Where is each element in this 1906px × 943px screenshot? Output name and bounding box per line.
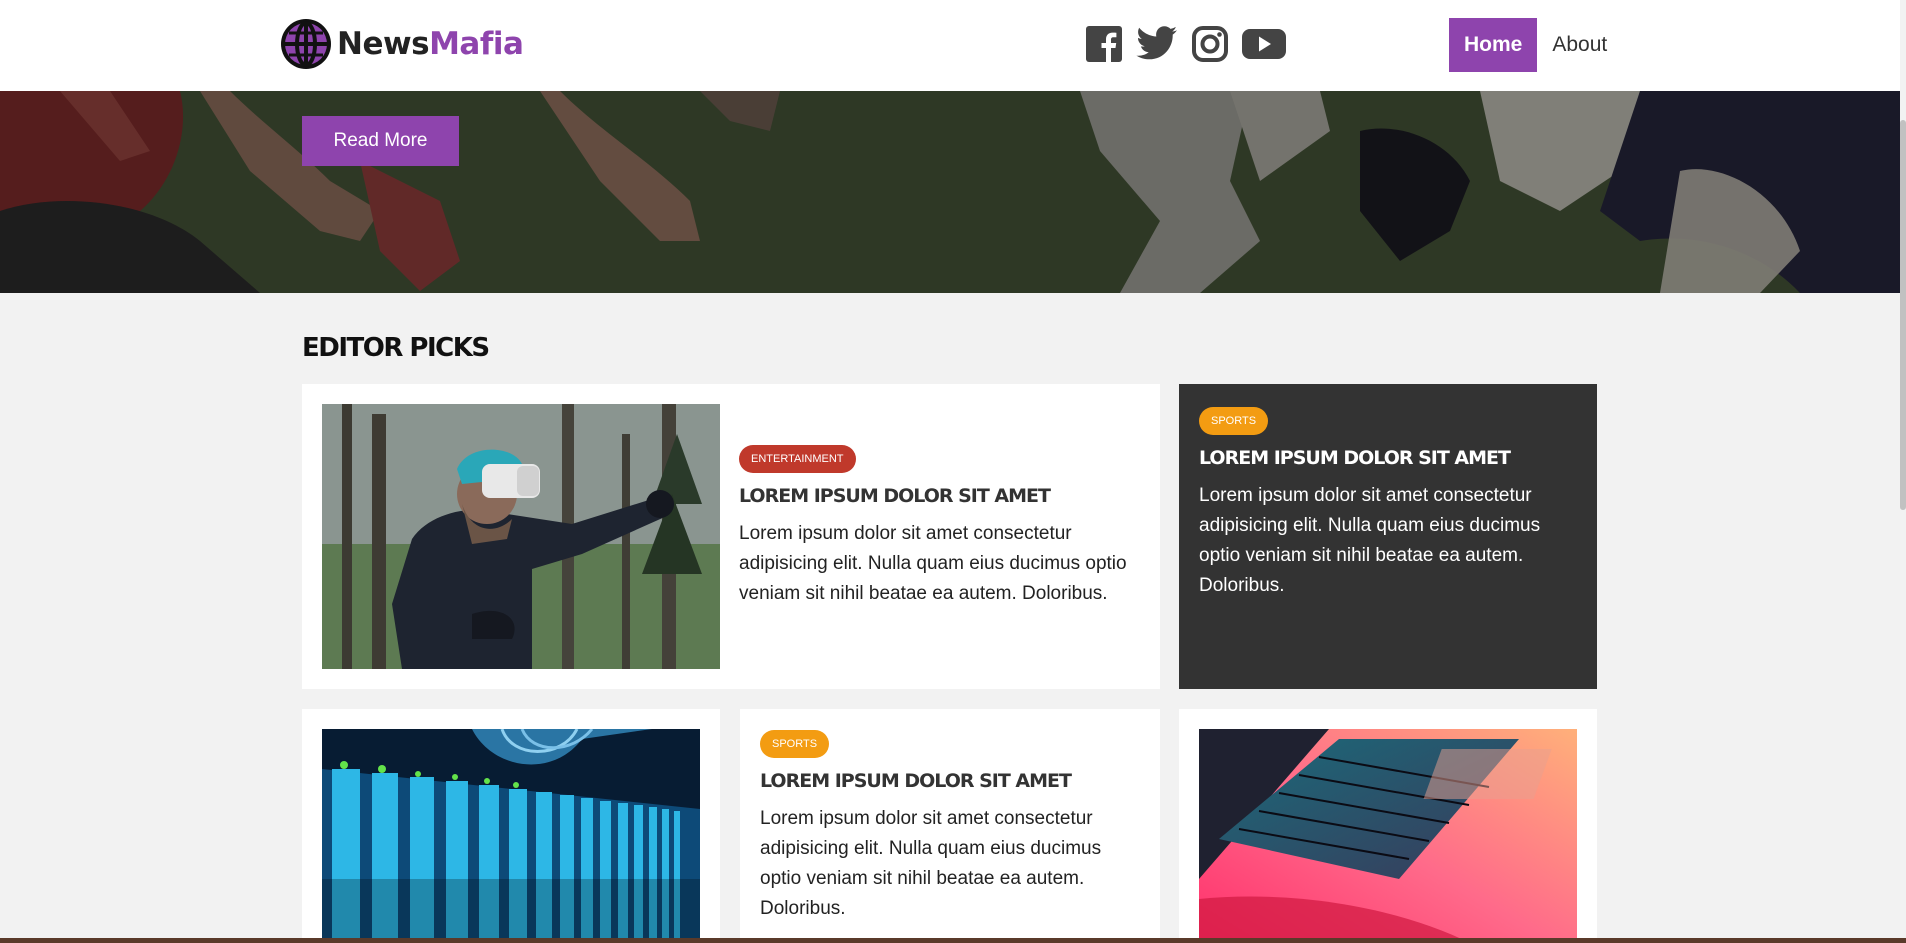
main-nav: Home About: [1449, 18, 1622, 72]
article-image-laptop: [1199, 729, 1577, 943]
article-excerpt: Lorem ipsum dolor sit amet consectetur a…: [760, 808, 1102, 919]
logo-text-part1: News: [337, 26, 430, 62]
section-title: EDITOR PICKS: [302, 333, 490, 363]
logo[interactable]: NewsMafia: [280, 18, 524, 70]
nav-home-link[interactable]: Home: [1449, 18, 1538, 72]
featured-article-content: ENTERTAINMENT LOREM IPSUM DOLOR SIT AMET…: [739, 445, 1144, 609]
dark-article-content: SPORTS LOREM IPSUM DOLOR SIT AMET Lorem …: [1199, 407, 1579, 601]
middle-article-content: SPORTS LOREM IPSUM DOLOR SIT AMET Lorem …: [760, 730, 1140, 924]
featured-article-card[interactable]: ENTERTAINMENT LOREM IPSUM DOLOR SIT AMET…: [302, 384, 1160, 689]
instagram-icon[interactable]: [1192, 26, 1228, 62]
category-badge[interactable]: SPORTS: [760, 730, 830, 758]
scrollbar[interactable]: [1900, 0, 1906, 943]
server-image-card[interactable]: [302, 709, 720, 943]
globe-icon: [281, 19, 331, 69]
twitter-icon[interactable]: [1136, 26, 1178, 62]
dark-article-card[interactable]: SPORTS LOREM IPSUM DOLOR SIT AMET Lorem …: [1179, 384, 1597, 689]
scrollbar-thumb[interactable]: [1900, 120, 1906, 510]
article-excerpt: Lorem ipsum dolor sit amet consectetur a…: [739, 523, 1127, 604]
youtube-icon[interactable]: [1242, 27, 1286, 61]
article-title[interactable]: LOREM IPSUM DOLOR SIT AMET: [760, 770, 1140, 792]
article-title[interactable]: LOREM IPSUM DOLOR SIT AMET: [1199, 447, 1579, 469]
article-title[interactable]: LOREM IPSUM DOLOR SIT AMET: [739, 485, 1144, 507]
article-excerpt: Lorem ipsum dolor sit amet consectetur a…: [1199, 485, 1541, 596]
article-image-servers: [322, 729, 700, 943]
facebook-icon[interactable]: [1086, 26, 1122, 62]
article-image-vr: [322, 404, 720, 669]
logo-text: NewsMafia: [337, 26, 524, 62]
bottom-edge-bar: [0, 938, 1906, 943]
logo-text-part2: Mafia: [429, 26, 524, 62]
middle-article-card[interactable]: SPORTS LOREM IPSUM DOLOR SIT AMET Lorem …: [740, 709, 1160, 943]
read-more-button[interactable]: Read More: [302, 116, 459, 166]
social-links: [1086, 26, 1286, 62]
site-header: NewsMafia Home About: [0, 0, 1900, 91]
laptop-image-card[interactable]: [1179, 709, 1597, 943]
hero-banner: Read More: [0, 91, 1900, 293]
category-badge[interactable]: SPORTS: [1199, 407, 1269, 435]
category-badge[interactable]: ENTERTAINMENT: [739, 445, 856, 473]
hero-background-image: [0, 91, 1900, 293]
nav-about-link[interactable]: About: [1537, 18, 1622, 72]
